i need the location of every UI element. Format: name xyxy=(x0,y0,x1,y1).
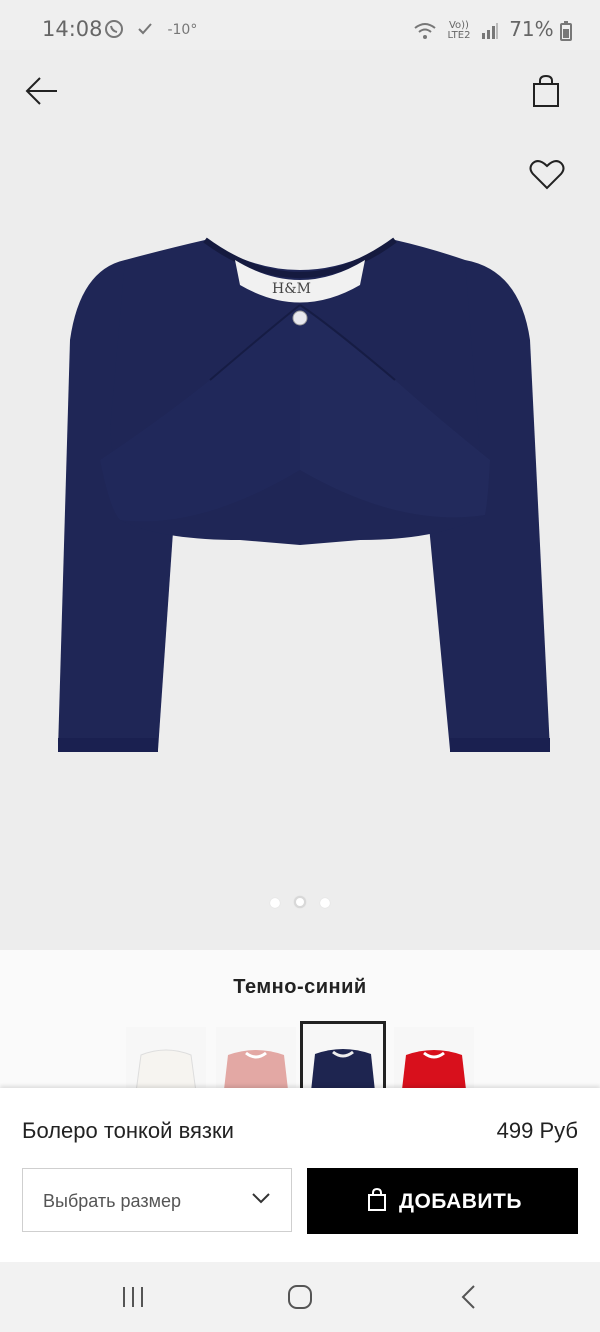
system-navigation-bar xyxy=(0,1262,600,1332)
chevron-down-icon xyxy=(252,1193,270,1204)
image-page-indicator xyxy=(0,895,600,913)
page-dot-active[interactable] xyxy=(294,896,306,908)
network-type: Vo)) LTE2 xyxy=(447,19,471,41)
product-price: 499 Руб xyxy=(496,1118,578,1143)
size-select-dropdown[interactable]: Выбрать размер xyxy=(22,1168,292,1232)
status-time: 14:08 xyxy=(42,17,103,41)
back-arrow-icon[interactable] xyxy=(24,76,58,106)
color-swatch-pink[interactable] xyxy=(216,1027,296,1090)
color-swatch-white[interactable] xyxy=(126,1027,206,1090)
color-selector: Темно-синий xyxy=(0,950,600,1090)
home-icon[interactable] xyxy=(287,1284,313,1310)
bolero-garment-image: H&M xyxy=(58,237,550,752)
page-dot[interactable] xyxy=(320,898,330,908)
signal-icon xyxy=(481,22,498,39)
status-right-icons: Vo)) LTE2 71% xyxy=(413,17,572,41)
selected-color-name: Темно-синий xyxy=(233,976,367,998)
product-purchase-sheet: Болеро тонкой вязки 499 Руб Выбрать разм… xyxy=(0,1088,600,1262)
viber-icon xyxy=(105,20,123,38)
add-to-bag-label: ДОБАВИТЬ xyxy=(399,1190,522,1213)
product-name: Болеро тонкой вязки xyxy=(22,1118,234,1143)
page-dot[interactable] xyxy=(270,898,280,908)
recent-apps-icon[interactable] xyxy=(120,1284,146,1310)
size-select-placeholder: Выбрать размер xyxy=(43,1191,181,1211)
add-to-bag-button[interactable]: ДОБАВИТЬ xyxy=(307,1168,578,1234)
color-swatch-navy[interactable] xyxy=(300,1021,386,1090)
status-temperature: -10° xyxy=(167,22,198,38)
heart-icon[interactable] xyxy=(529,158,565,190)
battery-icon xyxy=(560,20,572,41)
wifi-icon xyxy=(414,22,436,39)
system-back-icon[interactable] xyxy=(458,1284,480,1310)
product-image-gallery[interactable]: H&M xyxy=(0,50,600,950)
color-swatch-red[interactable] xyxy=(394,1027,474,1090)
shopping-bag-icon[interactable] xyxy=(531,74,561,108)
shopping-bag-icon xyxy=(368,1188,386,1211)
battery-level: 71% xyxy=(509,17,554,41)
status-notification-icons: -10° xyxy=(104,18,197,39)
brand-label-text: H&M xyxy=(272,281,311,297)
check-icon xyxy=(138,23,152,35)
